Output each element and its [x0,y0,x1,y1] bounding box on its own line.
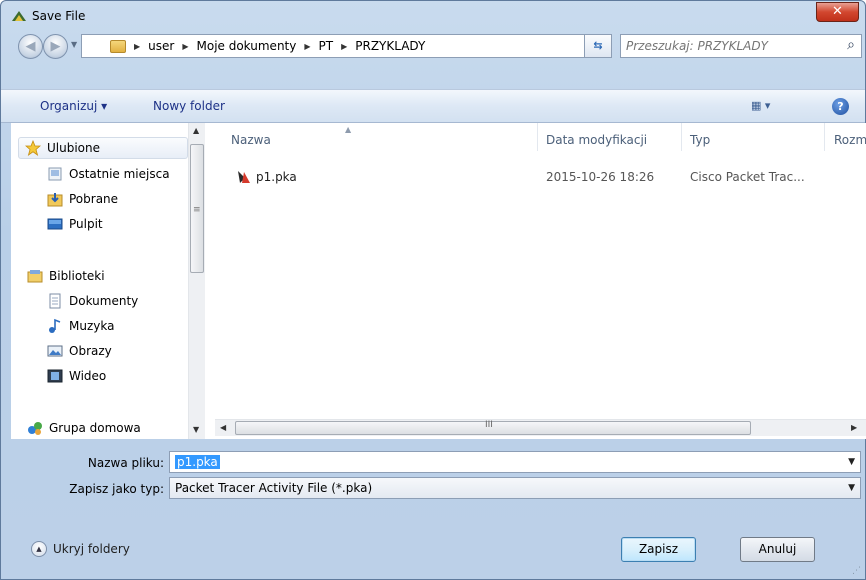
chevron-right-icon[interactable]: ▶ [182,42,188,51]
back-button[interactable]: ◀ [18,34,43,59]
window-title: Save File [32,9,86,23]
help-icon[interactable]: ? [832,98,849,115]
sort-ascending-icon: ▲ [345,125,352,134]
nav-item-documents[interactable]: Dokumenty [47,290,138,312]
nav-item-label: Muzyka [69,319,115,333]
chevron-right-icon[interactable]: ▶ [341,42,347,51]
hide-folders-toggle[interactable]: ▲ Ukryj foldery [31,541,130,557]
nav-item-label: Dokumenty [69,294,139,308]
nav-item-downloads[interactable]: Pobrane [47,188,118,210]
search-icon[interactable]: ⌕ [847,37,855,53]
file-name: p1.pka [256,170,297,184]
nav-item-label: Ostatnie miejsca [69,167,170,181]
nav-item-label: Ulubione [47,141,101,155]
scroll-up-icon[interactable]: ▲ [193,126,199,135]
forward-button[interactable]: ▶ [43,34,68,59]
save-file-dialog: Save File ✕ ◀ ▶ ▼ ▶ user ▶ Moje dokument… [0,0,866,580]
scroll-right-icon[interactable]: ▶ [851,423,857,432]
homegroup-icon [28,422,42,435]
file-type: Cisco Packet Trac... [690,170,805,184]
nav-item-pictures[interactable]: Obrazy [47,340,112,362]
save-button[interactable]: Zapisz [621,537,696,562]
hide-folders-label: Ukryj foldery [53,542,130,556]
filename-label: Nazwa pliku: [87,456,164,470]
close-button[interactable]: ✕ [816,2,859,22]
nav-item-label: Obrazy [69,344,112,358]
chevron-up-icon[interactable]: ▲ [31,541,47,557]
documents-icon [49,293,61,309]
file-row[interactable]: p1.pka 2015-10-26 18:26 Cisco Packet Tra… [230,167,850,187]
nav-item-homegroup[interactable]: Grupa domowa [27,417,141,439]
resize-grip-icon[interactable]: ⋰ [852,566,861,576]
organize-menu-button[interactable]: Organizuj ▾ [40,99,107,113]
nav-pane-vertical-scrollbar[interactable]: ▲ ≡ ▼ [188,123,205,439]
video-icon [47,369,63,383]
column-divider[interactable] [681,123,682,151]
scroll-down-icon[interactable]: ▼ [193,425,199,434]
nav-item-favorites[interactable]: Ulubione [18,137,188,159]
search-input[interactable] [626,38,831,54]
toolbar: Organizuj ▾ Nowy folder ▦ ▾ ? [1,89,865,123]
pictures-icon [47,345,63,357]
nav-item-music[interactable]: Muzyka [47,315,114,337]
nav-item-desktop[interactable]: Pulpit [47,213,103,235]
cancel-button[interactable]: Anuluj [740,537,815,562]
nav-item-label: Pulpit [69,217,103,231]
address-bar[interactable]: ▶ user ▶ Moje dokumenty ▶ PT ▶ PRZYKLADY… [81,34,610,58]
column-header-name[interactable]: Nazwa [231,133,271,147]
filename-selected-text[interactable]: p1.pka [175,455,220,469]
breadcrumb-przyklady[interactable]: PRZYKLADY [355,39,425,53]
history-dropdown-icon[interactable]: ▼ [71,40,77,49]
nav-item-label: Biblioteki [49,269,105,283]
scrollbar-grip-icon: III [485,420,493,430]
content-area: Ulubione Ostatnie miejsca Pobrane Pulpit… [11,123,866,439]
scroll-left-icon[interactable]: ◀ [220,423,226,432]
file-list-horizontal-scrollbar[interactable]: ◀ III ▶ [215,419,866,436]
filetype-label: Zapisz jako typ: [69,482,164,496]
packet-tracer-app-icon [12,11,26,21]
breadcrumb-pt[interactable]: PT [319,39,334,53]
nav-item-recent-places[interactable]: Ostatnie miejsca [47,163,170,185]
recent-places-icon [48,167,62,181]
column-divider[interactable] [537,123,538,151]
chevron-right-icon[interactable]: ▶ [134,42,140,51]
filename-field[interactable]: p1.pka ▼ [169,451,861,473]
new-folder-button[interactable]: Nowy folder [153,99,225,113]
filetype-select[interactable]: Packet Tracer Activity File (*.pka) ▼ [169,477,861,499]
file-modified-date: 2015-10-26 18:26 [546,170,655,184]
folder-icon [110,39,126,53]
pka-file-icon [238,171,250,183]
refresh-button[interactable]: ⇆ [584,34,612,58]
title-bar: Save File ✕ [1,1,865,31]
scrollbar-thumb[interactable] [235,421,751,435]
view-options-icon[interactable]: ▦ ▾ [751,99,770,112]
column-header-type[interactable]: Typ [690,133,710,147]
chevron-down-icon[interactable]: ▼ [848,457,855,467]
libraries-icon [27,270,43,283]
nav-item-label: Pobrane [69,192,119,206]
chevron-right-icon[interactable]: ▶ [304,42,310,51]
star-icon [25,140,41,156]
column-divider[interactable] [824,123,825,151]
nav-item-label: Wideo [69,369,107,383]
search-box[interactable]: ⌕ [620,34,862,58]
navigation-pane: Ulubione Ostatnie miejsca Pobrane Pulpit… [11,123,205,439]
nav-item-label: Grupa domowa [49,421,141,435]
music-icon [49,318,61,333]
filetype-value: Packet Tracer Activity File (*.pka) [175,481,373,495]
navigation-row: ◀ ▶ ▼ ▶ user ▶ Moje dokumenty ▶ PT ▶ PRZ… [1,31,865,61]
breadcrumb-user[interactable]: user [148,39,174,53]
breadcrumb-moje-dokumenty[interactable]: Moje dokumenty [197,39,297,53]
scrollbar-grip-icon: ≡ [193,205,201,215]
chevron-down-icon[interactable]: ▼ [848,483,855,493]
nav-item-video[interactable]: Wideo [47,365,106,387]
column-header-size[interactable]: Rozm [834,133,866,147]
desktop-icon [47,218,63,230]
nav-item-libraries[interactable]: Biblioteki [27,265,105,287]
downloads-icon [47,193,63,207]
filename-input: p1.pka [175,455,220,469]
file-list-pane: ▲ Nazwa Data modyfikacji Typ Rozm p1.pka… [215,123,866,439]
column-header-date-modified[interactable]: Data modyfikacji [546,133,647,147]
